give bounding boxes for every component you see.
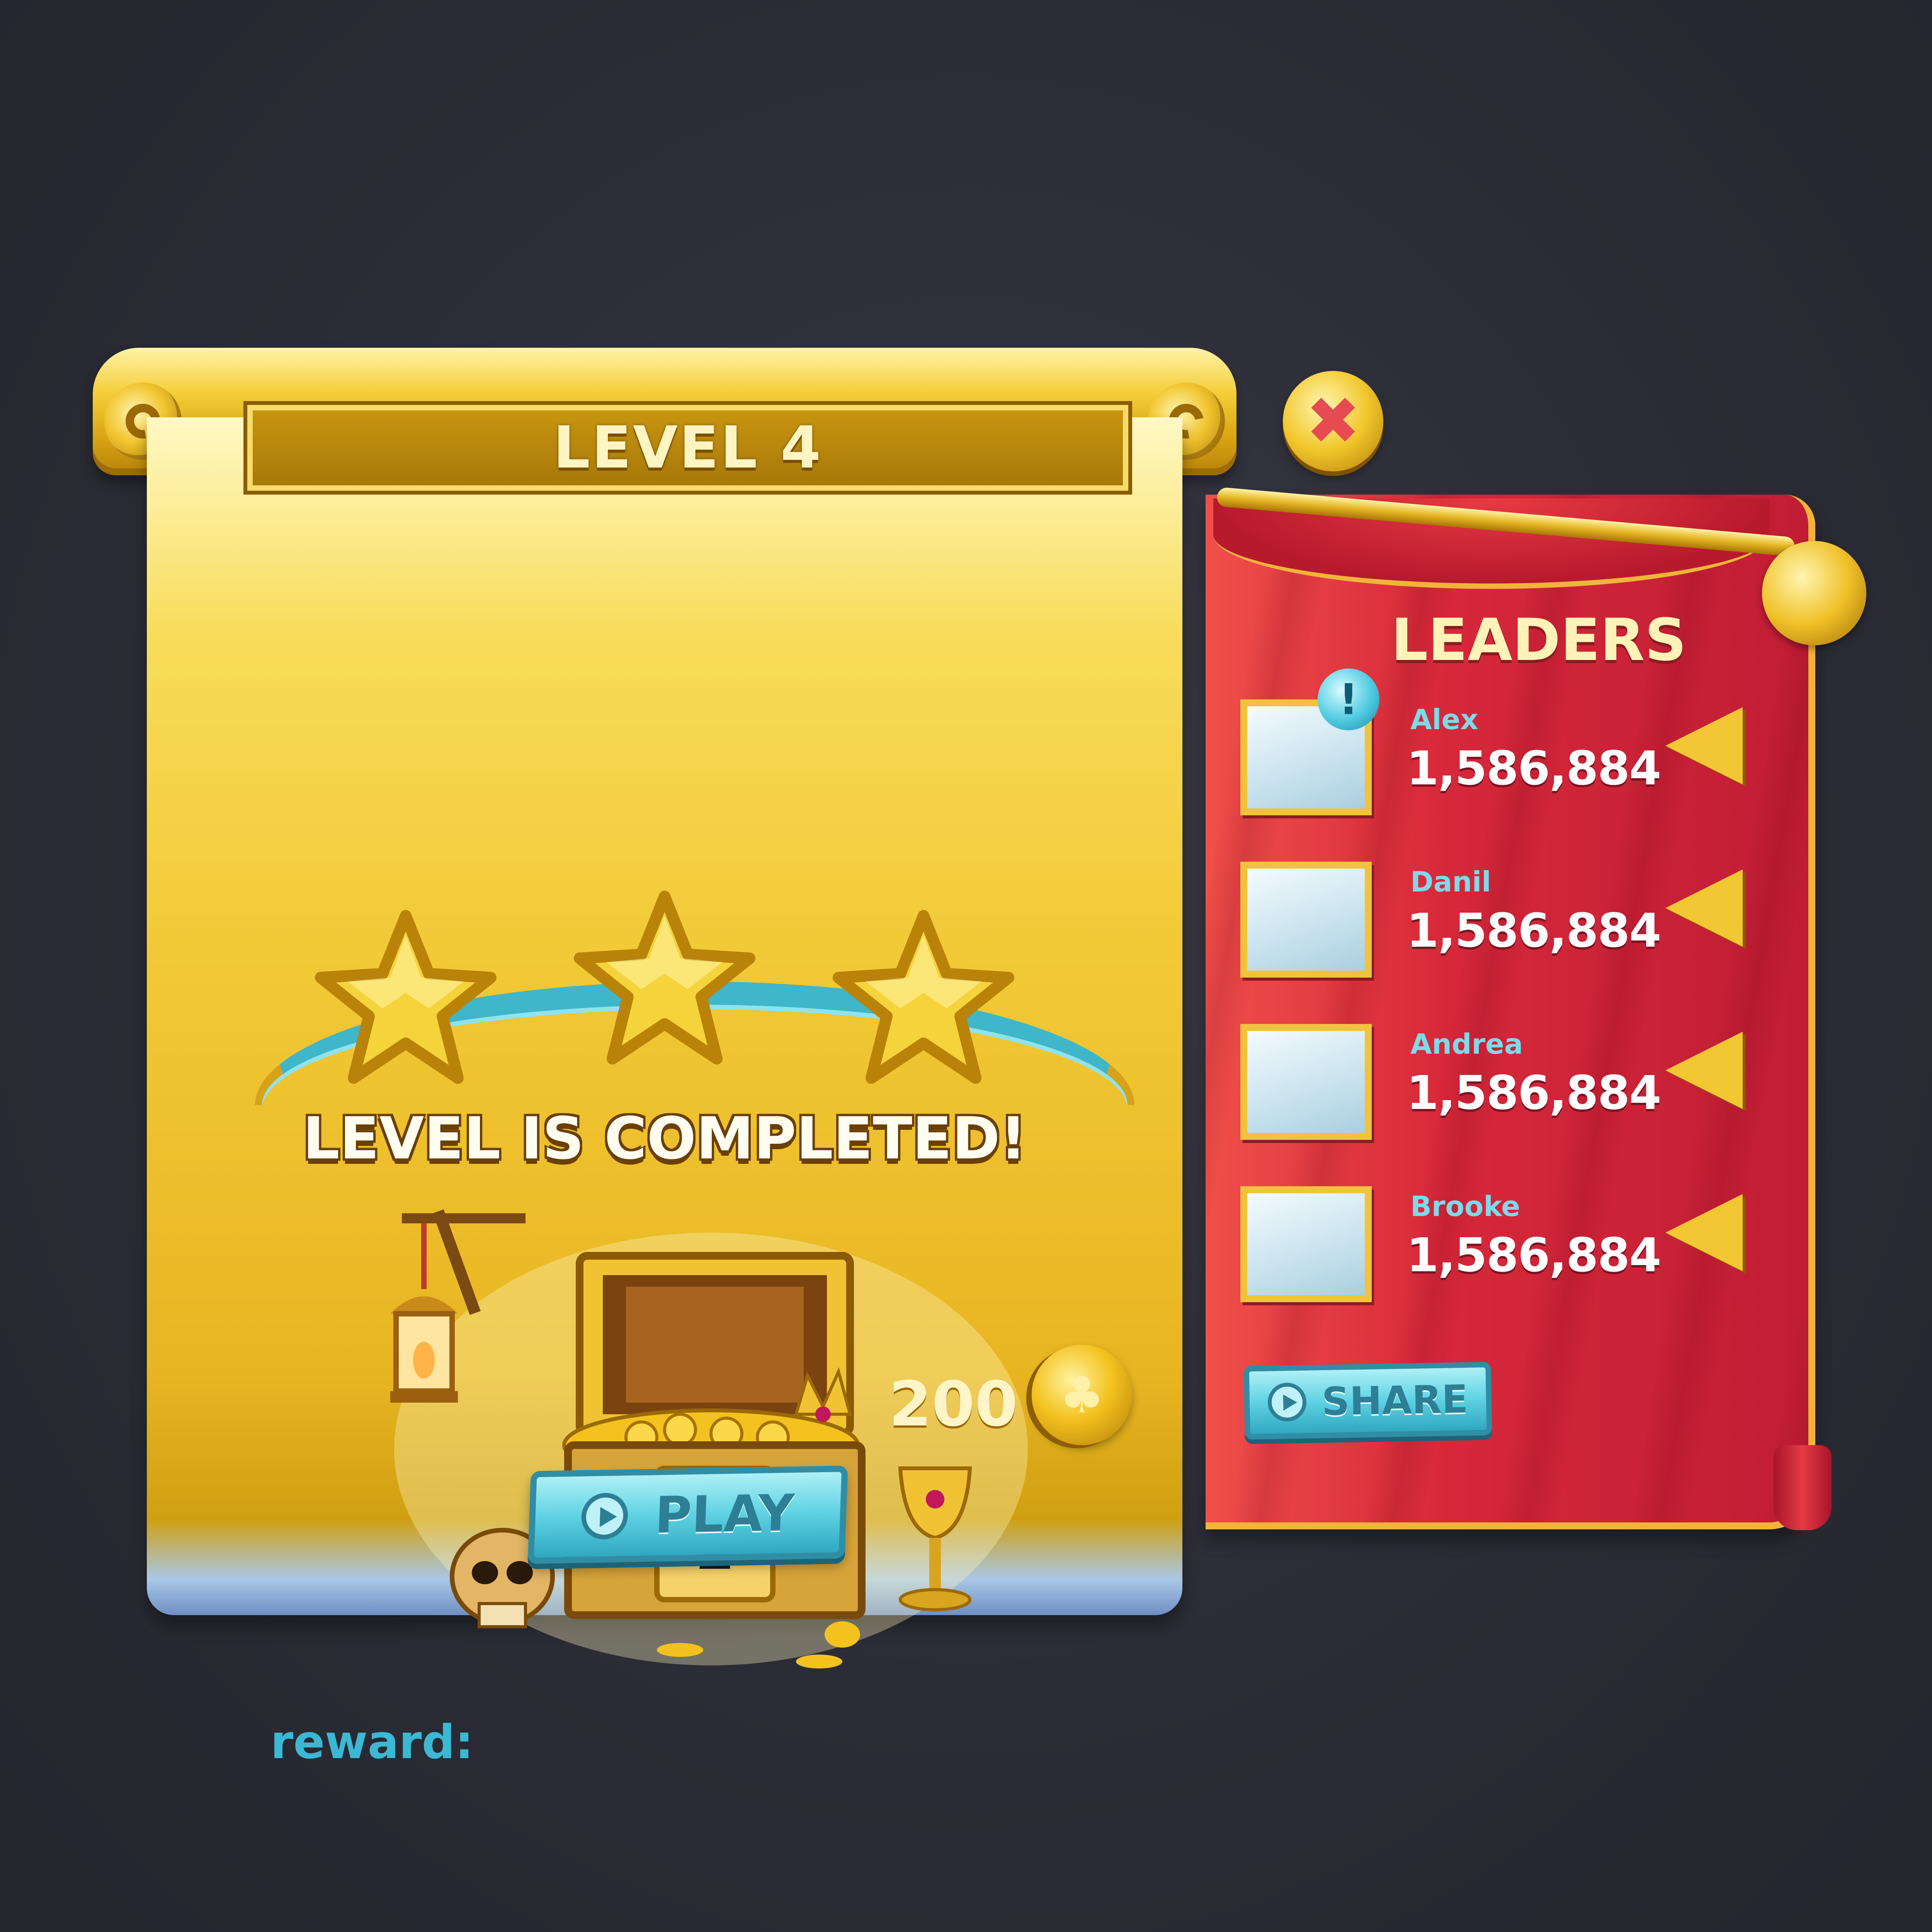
- star-icon-3: [827, 904, 1020, 1097]
- star-icon-1: [309, 904, 502, 1097]
- play-button[interactable]: PLAY: [527, 1465, 848, 1564]
- info-badge-icon[interactable]: !: [1318, 668, 1379, 730]
- leader-score: 1,586,884: [1406, 742, 1662, 796]
- leader-score: 1,586,884: [1406, 1229, 1662, 1282]
- reward-value: 200: [889, 1368, 1018, 1440]
- avatar: [1240, 862, 1372, 978]
- avatar: [1240, 1024, 1372, 1140]
- close-icon: ✖: [1305, 383, 1361, 459]
- level-title-plate: LEVEL 4: [243, 401, 1132, 495]
- close-button[interactable]: ✖: [1283, 371, 1383, 471]
- arrow-left-icon[interactable]: [1665, 1194, 1743, 1271]
- level-complete-panel: LEVEL 4 LEVEL IS COMPLETED! reward: 200 …: [93, 348, 1236, 1769]
- level-title: LEVEL 4: [553, 414, 823, 481]
- share-button[interactable]: SHARE: [1243, 1362, 1492, 1440]
- curtain-tassel: [1774, 1445, 1832, 1530]
- star-icon-2: [568, 885, 761, 1078]
- level-completed-text: LEVEL IS COMPLETED!: [303, 1105, 1027, 1172]
- leader-score: 1,586,884: [1406, 904, 1662, 958]
- leaders-title: LEADERS: [1391, 607, 1687, 674]
- leader-row[interactable]: Andrea 1,586,884: [1240, 1024, 1750, 1148]
- leader-row[interactable]: Danil 1,586,884: [1240, 862, 1750, 985]
- share-button-label: SHARE: [1321, 1376, 1469, 1424]
- play-button-label: PLAY: [654, 1483, 796, 1545]
- treasure-chest-illustration: [363, 1198, 1059, 1700]
- clover-coin-icon: ♣: [1032, 1345, 1132, 1445]
- leader-row[interactable]: Alex 1,586,884: [1240, 699, 1750, 823]
- play-icon: [1267, 1382, 1307, 1422]
- play-icon: [580, 1492, 629, 1540]
- arrow-left-icon[interactable]: [1665, 869, 1743, 947]
- leader-row[interactable]: Brooke 1,586,884: [1240, 1186, 1750, 1310]
- leader-name: Danil: [1410, 866, 1491, 898]
- reward-label: reward:: [270, 1716, 474, 1769]
- curtain-rod-knob: [1762, 541, 1866, 645]
- leader-name: Andrea: [1410, 1028, 1523, 1060]
- leader-name: Brooke: [1410, 1190, 1520, 1223]
- leader-name: Alex: [1410, 703, 1478, 736]
- arrow-left-icon[interactable]: [1665, 707, 1743, 784]
- leader-score: 1,586,884: [1406, 1066, 1662, 1120]
- arrow-left-icon[interactable]: [1665, 1032, 1743, 1109]
- avatar: [1240, 1186, 1372, 1302]
